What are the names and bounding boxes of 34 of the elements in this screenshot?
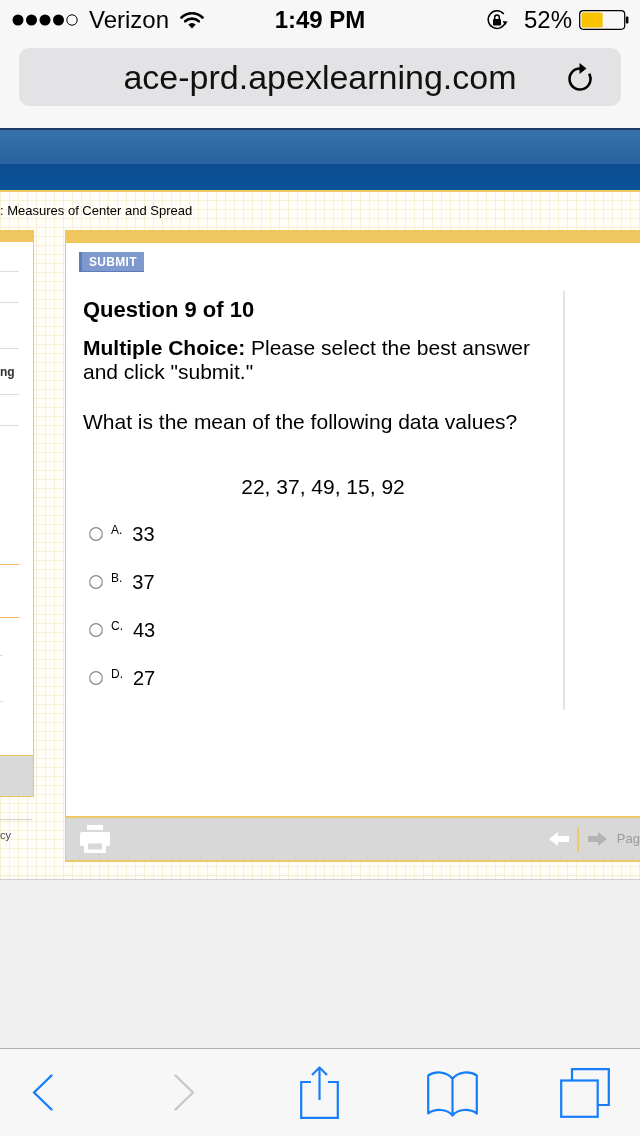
question-heading: Question 9 of 10 — [83, 298, 256, 322]
signal-strength-icon — [12, 14, 78, 26]
option-letter: C. — [111, 619, 123, 633]
book-icon[interactable] — [427, 1068, 478, 1117]
reload-icon[interactable] — [567, 62, 593, 92]
radio-button[interactable] — [89, 575, 103, 589]
radio-button[interactable] — [89, 623, 103, 637]
clock-time: 1:49 PM — [273, 6, 367, 34]
battery-percentage: 52% — [523, 6, 572, 34]
instructions-text: Multiple Choice: Please select the best answer and click "submit." — [83, 336, 531, 384]
address-bar[interactable]: ace-prd.apexlearning.com — [19, 48, 621, 106]
breadcrumb-title: : Measures of Center and Spread — [0, 203, 193, 219]
page-label: Pag — [616, 831, 640, 847]
back-icon[interactable] — [32, 1074, 53, 1111]
data-values: 22, 37, 49, 15, 92 — [241, 475, 405, 499]
carrier-name: Verizon — [89, 6, 170, 34]
rotation-lock-icon — [485, 9, 508, 31]
option-value: 37 — [132, 570, 155, 594]
tabs-icon[interactable] — [560, 1067, 610, 1118]
option-letter: A. — [111, 523, 123, 537]
url-text: ace-prd.apexlearning.com — [123, 57, 517, 97]
side-panel-label[interactable]: ng — [0, 364, 15, 379]
footer-link[interactable]: cy — [0, 829, 32, 842]
radio-button[interactable] — [89, 527, 103, 541]
option-value: 27 — [133, 666, 156, 690]
radio-button[interactable] — [89, 671, 103, 685]
wifi-icon — [180, 11, 205, 29]
option-value: 33 — [132, 522, 155, 546]
question-text: What is the mean of the following data values? — [83, 410, 519, 434]
battery-icon — [579, 10, 629, 30]
share-icon[interactable] — [300, 1066, 339, 1119]
option-letter: B. — [111, 571, 123, 585]
option-letter: D. — [111, 667, 123, 681]
option-value: 43 — [133, 618, 156, 642]
